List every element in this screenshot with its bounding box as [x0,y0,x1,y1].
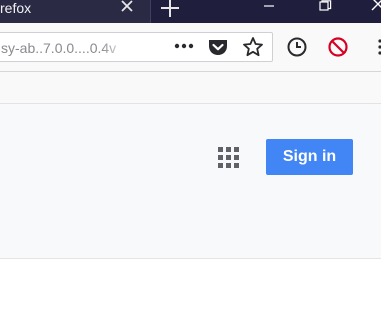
pocket-icon[interactable] [207,36,229,58]
navigation-toolbar: sy-ab..7.0.0....0.4v [0,23,381,72]
minimize-icon[interactable] [263,0,275,12]
block-icon[interactable] [327,36,349,58]
url-bar[interactable]: sy-ab..7.0.0....0.4v [0,32,273,62]
browser-tab[interactable]: refox [0,0,151,23]
new-tab-plus-icon[interactable] [158,0,182,19]
maximize-icon[interactable] [318,0,332,12]
title-bar: refox [0,0,381,23]
bookmarks-strip [0,72,381,104]
more-actions-icon[interactable] [173,38,195,54]
overflow-menu-icon[interactable] [374,38,381,56]
close-icon[interactable] [118,0,136,16]
bookmark-star-icon[interactable] [242,36,264,58]
history-clock-icon[interactable] [286,36,308,58]
page-header: Sign in [0,104,381,259]
page-content [0,259,381,319]
tab-title: refox [0,0,32,16]
window-close-icon[interactable] [370,0,381,12]
apps-grid-icon[interactable] [218,147,239,168]
url-fade [101,35,131,59]
sign-in-button[interactable]: Sign in [266,139,353,175]
